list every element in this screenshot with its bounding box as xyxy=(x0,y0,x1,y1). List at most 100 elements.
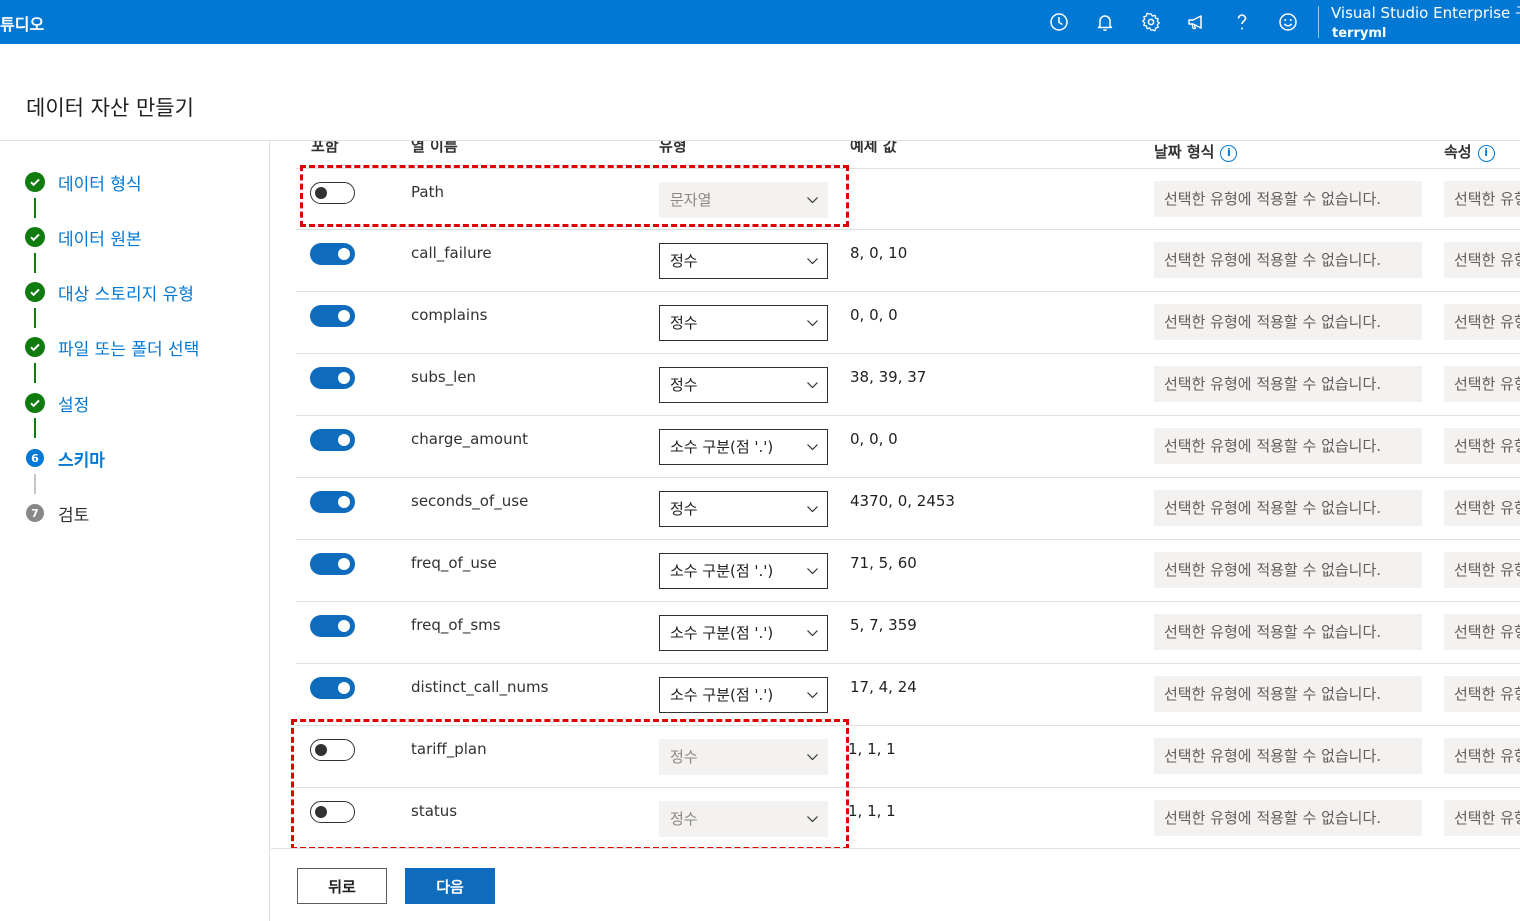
properties-field: 선택한 유형에 적용할 수 없습니다. xyxy=(1444,242,1520,278)
step-label: 스키마 xyxy=(58,450,105,471)
type-dropdown[interactable]: 정수 xyxy=(659,243,828,279)
step-storage-type[interactable]: 대상 스토리지 유형 xyxy=(25,280,194,305)
column-name: distinct_call_nums xyxy=(411,678,549,696)
checkmark-icon xyxy=(25,393,45,413)
step-connector xyxy=(34,253,36,273)
date-format-field: 선택한 유형에 적용할 수 없습니다. xyxy=(1154,428,1422,464)
include-toggle[interactable] xyxy=(310,429,355,451)
type-dropdown-value: 정수 xyxy=(670,810,698,828)
bell-icon[interactable] xyxy=(1090,7,1120,37)
clock-icon[interactable] xyxy=(1044,7,1074,37)
sample-values: 0, 0, 0 xyxy=(850,306,898,324)
sample-values: 1, 1, 1 xyxy=(848,802,896,820)
step-schema[interactable]: 6 스키마 xyxy=(25,446,105,471)
type-dropdown-value: 정수 xyxy=(670,252,698,270)
table-row: charge_amount 소수 구분(점 '.') 0, 0, 0 선택한 유형에 … xyxy=(296,416,1520,478)
date-format-field: 선택한 유형에 적용할 수 없습니다. xyxy=(1154,366,1422,402)
step-label: 데이터 원본 xyxy=(58,229,142,250)
type-dropdown-value: 정수 xyxy=(670,314,698,332)
table-row: freq_of_use 소수 구분(점 '.') 71, 5, 60 선택한 유형에 … xyxy=(296,540,1520,602)
properties-field: 선택한 유형에 적용할 수 없습니다. xyxy=(1444,552,1520,588)
type-dropdown[interactable]: 소수 구분(점 '.') xyxy=(659,677,828,713)
checkmark-icon xyxy=(25,227,45,247)
type-dropdown[interactable]: 소수 구분(점 '.') xyxy=(659,429,828,465)
properties-field: 선택한 유형에 적용할 수 없습니다. xyxy=(1444,676,1520,712)
step-connector xyxy=(34,308,36,328)
checkmark-icon xyxy=(25,172,45,192)
column-name: freq_of_sms xyxy=(411,616,501,634)
step-file-folder[interactable]: 파일 또는 폴더 선택 xyxy=(25,335,200,360)
type-dropdown[interactable]: 정수 xyxy=(659,367,828,403)
user-name[interactable]: terryml xyxy=(1332,26,1386,41)
step-label: 데이터 형식 xyxy=(58,174,142,195)
table-row: freq_of_sms 소수 구분(점 '.') 5, 7, 359 선택한 유형에 … xyxy=(296,602,1520,664)
date-format-field: 선택한 유형에 적용할 수 없습니다. xyxy=(1154,800,1422,836)
app-brand[interactable]: 튜디오 xyxy=(0,11,44,35)
help-icon[interactable] xyxy=(1227,7,1257,37)
table-row: status 정수 1, 1, 1 선택한 유형에 적용할 수 없습니다. 선택한 유형… xyxy=(296,788,1520,848)
sample-values: 4370, 0, 2453 xyxy=(850,492,955,510)
date-format-field: 선택한 유형에 적용할 수 없습니다. xyxy=(1154,552,1422,588)
type-dropdown-value: 문자열 xyxy=(670,191,712,209)
header-date-format-label: 날짜 형식 xyxy=(1154,143,1215,161)
next-button[interactable]: 다음 xyxy=(405,868,495,904)
include-toggle[interactable] xyxy=(310,182,355,204)
step-review[interactable]: 7 검토 xyxy=(25,501,90,526)
step-settings[interactable]: 설정 xyxy=(25,391,90,416)
include-toggle[interactable] xyxy=(310,615,355,637)
type-dropdown[interactable]: 소수 구분(점 '.') xyxy=(659,553,828,589)
properties-field: 선택한 유형에 적용할 수 없습니다. xyxy=(1444,304,1520,340)
step-label: 검토 xyxy=(58,505,90,526)
type-dropdown-value: 정수 xyxy=(670,748,698,766)
type-dropdown-value: 정수 xyxy=(670,500,698,518)
info-icon[interactable]: i xyxy=(1220,145,1238,162)
include-toggle[interactable] xyxy=(310,305,355,327)
date-format-field: 선택한 유형에 적용할 수 없습니다. xyxy=(1154,614,1422,650)
checkmark-icon xyxy=(25,282,45,302)
header-type: 유형 xyxy=(659,141,687,155)
table-row: subs_len 정수 38, 39, 37 선택한 유형에 적용할 수 없습니다. 선… xyxy=(296,354,1520,416)
step-label: 파일 또는 폴더 선택 xyxy=(58,339,200,360)
header-properties: 속성 i xyxy=(1444,141,1495,162)
step-connector xyxy=(34,418,36,438)
type-dropdown[interactable]: 정수 xyxy=(659,305,828,341)
back-button[interactable]: 뒤로 xyxy=(297,868,387,904)
info-icon[interactable]: i xyxy=(1477,145,1495,162)
type-dropdown-value: 정수 xyxy=(670,376,698,394)
step-label: 설정 xyxy=(58,395,90,416)
column-name: call_failure xyxy=(411,244,492,262)
type-dropdown: 정수 xyxy=(659,739,828,775)
properties-field: 선택한 유형에 적용할 수 없습니다. xyxy=(1444,738,1520,774)
smiley-icon[interactable] xyxy=(1273,7,1303,37)
step-data-format[interactable]: 데이터 형식 xyxy=(25,170,142,195)
include-toggle[interactable] xyxy=(310,491,355,513)
sample-values: 38, 39, 37 xyxy=(850,368,927,386)
type-dropdown[interactable]: 소수 구분(점 '.') xyxy=(659,615,828,651)
table-row: tariff_plan 정수 1, 1, 1 선택한 유형에 적용할 수 없습니다. 선… xyxy=(296,726,1520,788)
step-connector xyxy=(34,363,36,383)
column-name: tariff_plan xyxy=(411,740,487,758)
checkmark-icon xyxy=(25,337,45,357)
include-toggle[interactable] xyxy=(310,677,355,699)
step-connector xyxy=(34,198,36,218)
type-dropdown[interactable]: 정수 xyxy=(659,491,828,527)
include-toggle[interactable] xyxy=(310,553,355,575)
include-toggle[interactable] xyxy=(310,243,355,265)
include-toggle[interactable] xyxy=(310,739,355,761)
table-row: call_failure 정수 8, 0, 10 선택한 유형에 적용할 수 없습니다… xyxy=(296,230,1520,292)
properties-field: 선택한 유형에 적용할 수 없습니다. xyxy=(1444,614,1520,650)
header-sample-values: 예제 값 xyxy=(850,141,897,155)
include-toggle[interactable] xyxy=(310,801,355,823)
megaphone-icon[interactable] xyxy=(1181,7,1211,37)
properties-field: 선택한 유형에 적용할 수 없습니다. xyxy=(1444,366,1520,402)
gear-icon[interactable] xyxy=(1136,7,1166,37)
subscription-name[interactable]: Visual Studio Enterprise 구독 xyxy=(1331,2,1520,23)
step-data-source[interactable]: 데이터 원본 xyxy=(25,225,142,250)
column-name: subs_len xyxy=(411,368,477,386)
include-toggle[interactable] xyxy=(310,367,355,389)
column-name: Path xyxy=(411,183,444,201)
sample-values: 0, 0, 0 xyxy=(850,430,898,448)
table-row: complains 정수 0, 0, 0 선택한 유형에 적용할 수 없습니다. 선택한… xyxy=(296,292,1520,354)
properties-field: 선택한 유형에 적용할 수 없습니다. xyxy=(1444,181,1520,217)
step-number-badge: 6 xyxy=(26,449,44,467)
